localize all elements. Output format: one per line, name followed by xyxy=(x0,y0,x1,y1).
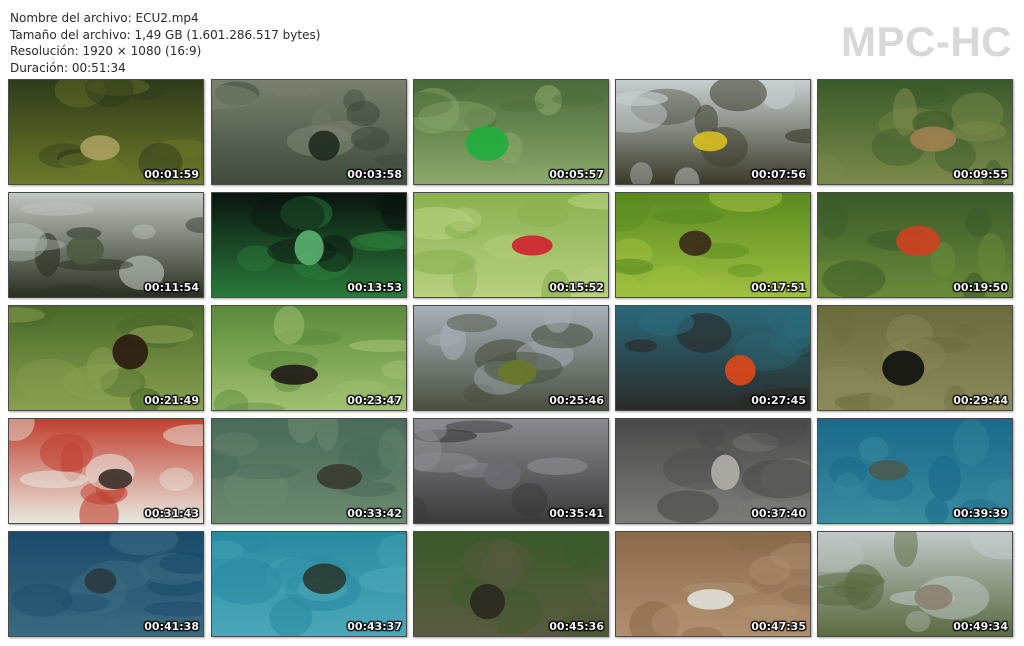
thumbnail-timestamp: 00:05:57 xyxy=(549,168,604,181)
thumbnail-marine-iguanas-rocks: 00:35:41 xyxy=(413,418,609,524)
file-info: Nombre del archivo: ECU2.mp4 Tamaño del … xyxy=(10,10,320,76)
thumbnail-green-hummingbird-on-moss: 00:05:57 xyxy=(413,79,609,185)
thumbnail-toucans-on-branch: 00:07:56 xyxy=(615,79,811,185)
thumbnail-timestamp: 00:21:49 xyxy=(144,394,199,407)
file-size-line: Tamaño del archivo: 1,49 GB (1.601.286.5… xyxy=(10,27,321,42)
thumbnail-howler-monkey-branch: 00:21:49 xyxy=(8,305,204,411)
thumbnail-timestamp: 00:09:55 xyxy=(953,168,1008,181)
thumbnail-volcanic-landscape-sky: 00:25:46 xyxy=(413,305,609,411)
thumbnail-jungle-canopy-bromeliads: 00:01:59 xyxy=(8,79,204,185)
thumbnail-timestamp: 00:07:56 xyxy=(751,168,806,181)
thumbnail-dry-forest-birds: 00:49:34 xyxy=(817,531,1013,637)
thumbnail-timestamp: 00:01:59 xyxy=(144,168,199,181)
thumbnail-black-monkey-branch: 00:23:47 xyxy=(211,305,407,411)
thumbnail-underwater-rocks-shallow: 00:33:42 xyxy=(211,418,407,524)
thumbnail-timestamp: 00:23:47 xyxy=(347,394,402,407)
thumbnail-timestamp: 00:41:38 xyxy=(144,620,199,633)
thumbnail-glass-frog-on-leaf: 00:13:53 xyxy=(211,192,407,298)
thumbnail-monkey-in-trees-silhouette: 00:11:54 xyxy=(8,192,204,298)
thumbnail-timestamp: 00:11:54 xyxy=(144,281,199,294)
thumbnail-timestamp: 00:39:39 xyxy=(953,507,1008,520)
thumbnail-timestamp: 00:43:37 xyxy=(347,620,402,633)
thumbnail-timestamp: 00:29:44 xyxy=(953,394,1008,407)
duration-line: Duración: 00:51:34 xyxy=(10,60,126,75)
thumbnail-waved-albatross-pair: 00:31:43 xyxy=(8,418,204,524)
thumbnail-hummingbird-red-flowers: 00:15:52 xyxy=(413,192,609,298)
thumbnail-sea-lion-closeup: 00:37:40 xyxy=(615,418,811,524)
thumbnail-agouti-on-forest-floor: 00:09:55 xyxy=(817,79,1013,185)
thumbnail-boobies-on-ground: 00:47:35 xyxy=(615,531,811,637)
thumbnail-timestamp: 00:35:41 xyxy=(549,507,604,520)
thumbnail-timestamp: 00:37:40 xyxy=(751,507,806,520)
thumbnail-timestamp: 00:45:36 xyxy=(549,620,604,633)
thumbnail-butterfly-emerging: 00:17:51 xyxy=(615,192,811,298)
thumbnail-misty-cloud-forest: 00:03:58 xyxy=(211,79,407,185)
thumbnail-red-flowers-bird: 00:19:50 xyxy=(817,192,1013,298)
thumbnail-sea-turtle-swimming: 00:43:37 xyxy=(211,531,407,637)
file-name-line: Nombre del archivo: ECU2.mp4 xyxy=(10,11,199,25)
mpc-hc-logo: MPC-HC xyxy=(841,18,1012,65)
thumbnail-timestamp: 00:19:50 xyxy=(953,281,1008,294)
thumbnail-timestamp: 00:33:42 xyxy=(347,507,402,520)
thumbnail-timestamp: 00:03:58 xyxy=(347,168,402,181)
thumbnail-timestamp: 00:17:51 xyxy=(751,281,806,294)
resolution-line: Resolución: 1920 × 1080 (16:9) xyxy=(10,44,202,58)
thumbnail-timestamp: 00:49:34 xyxy=(953,620,1008,633)
thumbnail-giant-tortoises: 00:45:36 xyxy=(413,531,609,637)
thumbnail-timestamp: 00:27:45 xyxy=(751,394,806,407)
thumbnail-timestamp: 00:15:52 xyxy=(549,281,604,294)
thumbnail-timestamp: 00:25:46 xyxy=(549,394,604,407)
thumbnail-frigatebird-red-throat: 00:29:44 xyxy=(817,305,1013,411)
thumbnail-timestamp: 00:13:53 xyxy=(347,281,402,294)
thumbnail-red-crab-on-rock: 00:27:45 xyxy=(615,305,811,411)
thumbnail-timestamp: 00:47:35 xyxy=(751,620,806,633)
thumbnail-sea-lion-underwater: 00:39:39 xyxy=(817,418,1013,524)
thumbnail-underwater-reef: 00:41:38 xyxy=(8,531,204,637)
thumbnail-timestamp: 00:31:43 xyxy=(144,507,199,520)
